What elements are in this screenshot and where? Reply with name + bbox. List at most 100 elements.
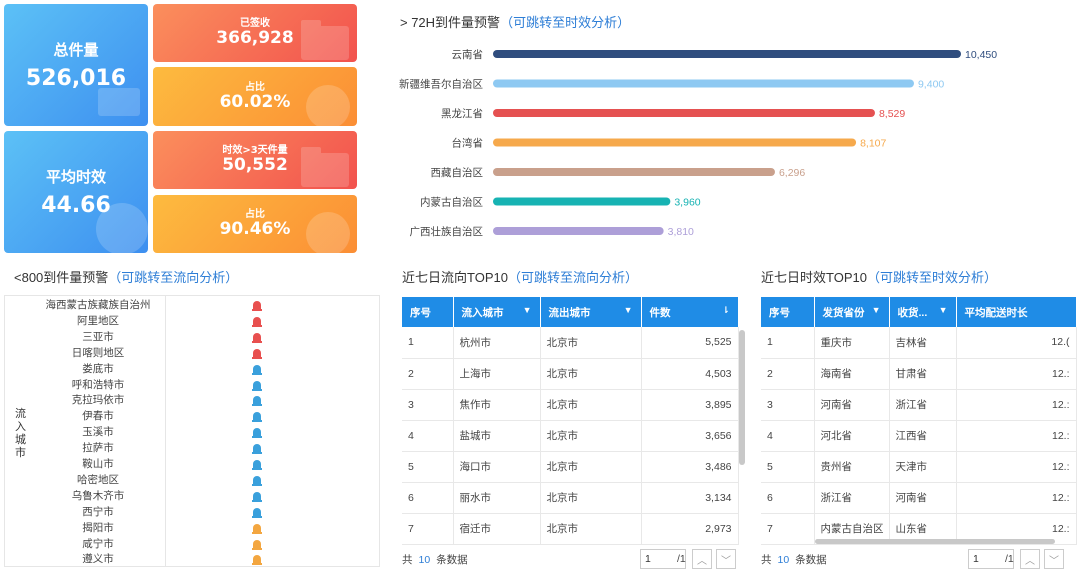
chevron-down-icon[interactable]: ﹀ (1044, 549, 1064, 569)
bar-value-label: 6,296 (779, 167, 805, 179)
table-cell: 12.: (956, 451, 1077, 483)
bar-category-label: 广西壮族自治区 (410, 225, 484, 238)
col-header-inflow-city[interactable]: 流入城市 ▼ (453, 297, 541, 327)
filter-icon[interactable]: ▼ (624, 305, 633, 315)
table-row[interactable]: 3 焦作市 北京市 3,895 (402, 389, 739, 421)
table-cell: 3,895 (641, 389, 739, 421)
bar[interactable] (493, 109, 875, 117)
timeliness-top10-title: 近七日时效TOP10（可跳转至时效分析） (761, 267, 997, 286)
flow-top10-title: 近七日流向TOP10（可跳转至流向分析） (402, 267, 638, 286)
col-header-count[interactable]: 件数 ⇂ (641, 297, 739, 327)
alarm-light-icon (251, 521, 263, 534)
alarm-light-icon (251, 489, 263, 502)
table-cell: 5 (402, 451, 454, 483)
filter-icon[interactable]: ▼ (872, 305, 881, 315)
alarm-light-icon (251, 473, 263, 486)
table-cell: 1 (761, 327, 815, 359)
chevron-down-icon[interactable]: ﹀ (716, 549, 736, 569)
bar[interactable] (493, 168, 775, 176)
bar[interactable] (493, 227, 664, 235)
table-row[interactable]: 3 河南省 浙江省 12.: (761, 389, 1077, 421)
alarm-light-icon (251, 505, 263, 518)
alarm-light-icon (251, 346, 263, 359)
title-text: <800到件量预警 (14, 270, 109, 285)
table-cell: 北京市 (540, 327, 642, 359)
inflow-city-label: 伊春市 (82, 410, 114, 423)
jump-timeliness-link[interactable]: （可跳转至时效分析） (867, 270, 997, 285)
jump-timeliness-link[interactable]: （可跳转至时效分析） (500, 15, 630, 30)
table-row[interactable]: 6 丽水市 北京市 3,134 (402, 482, 739, 514)
alarm-light-icon (251, 393, 263, 407)
timeliness-table-hscrollbar[interactable] (815, 539, 1055, 544)
bar-category-label: 台湾省 (452, 137, 484, 150)
table-cell: 4 (761, 420, 815, 452)
table-cell: 江西省 (889, 420, 957, 452)
signed-card: 已签收 366,928 (153, 4, 357, 62)
pie-icon (306, 212, 350, 253)
table-row[interactable]: 1 重庆市 吉林省 12.( (761, 327, 1077, 359)
alarm-light-icon (251, 409, 263, 423)
lt800-alert-table: 流入城市 海西蒙古族藏族自治州 阿里地区 三亚市 日喀则地区 娄底市 呼和浩特市 克拉玛依市… (4, 295, 380, 567)
alarm-light-icon (251, 552, 263, 566)
lt800-alert-title: <800到件量预警（可跳转至流向分析） (14, 267, 238, 286)
table-cell: 6 (402, 482, 454, 514)
flow-table-scrollbar[interactable] (739, 330, 745, 465)
table-row[interactable]: 2 海南省 甘肃省 12.: (761, 358, 1077, 390)
kpi-value: 60.02% (219, 91, 291, 112)
table-cell: 河南省 (814, 389, 890, 421)
bar-value-label: 8,529 (879, 108, 905, 120)
alarm-light-icon (251, 537, 263, 550)
table-cell: 北京市 (540, 420, 642, 452)
table-cell: 3 (761, 389, 815, 421)
kpi-value: 90.46% (219, 219, 291, 239)
bar[interactable] (493, 197, 671, 206)
jump-flow-link[interactable]: （可跳转至流向分析） (508, 270, 638, 285)
sort-icon[interactable]: ⇂ (722, 305, 730, 316)
col-header-avg-time[interactable]: 平均配送时长 (956, 297, 1077, 327)
folder-icon (301, 20, 349, 60)
timeliness-pager-info: 共 10 条数据 (761, 553, 827, 567)
table-cell: 上海市 (453, 358, 541, 390)
pie-icon (306, 85, 350, 126)
col-header-outflow-city[interactable]: 流出城市 ▼ (540, 297, 642, 327)
col-header-index: 序号 (402, 297, 454, 327)
table-cell: 北京市 (540, 389, 642, 421)
h72-alert-title: > 72H到件量预警（可跳转至时效分析） (400, 12, 630, 31)
table-cell: 3 (402, 389, 454, 421)
chevron-up-icon[interactable]: ︿ (692, 549, 712, 569)
bar[interactable] (493, 79, 914, 88)
table-row[interactable]: 5 贵州省 天津市 12.: (761, 451, 1077, 483)
col-header-recv-province[interactable]: 收货... ▼ (889, 297, 957, 327)
filter-icon[interactable]: ▼ (939, 305, 948, 315)
table-cell: 3,134 (641, 482, 739, 514)
table-row[interactable]: 7 宿迁市 北京市 2,973 (402, 513, 739, 545)
avg-time-card: 平均时效 44.66 (4, 131, 148, 253)
table-cell: 12.: (956, 358, 1077, 390)
table-cell: 12.: (956, 389, 1077, 421)
table-row[interactable]: 2 上海市 北京市 4,503 (402, 358, 739, 390)
bar[interactable] (493, 138, 857, 147)
table-row[interactable]: 5 海口市 北京市 3,486 (402, 451, 739, 483)
table-cell: 12.( (956, 327, 1077, 359)
col-header-ship-province[interactable]: 发货省份 ▼ (814, 297, 890, 327)
timeliness-page-total: /1 (1005, 553, 1014, 565)
table-row[interactable]: 1 杭州市 北京市 5,525 (402, 327, 739, 359)
table-cell: 4,503 (641, 358, 739, 390)
table-cell: 5,525 (641, 327, 739, 359)
table-row[interactable]: 4 盐城市 北京市 3,656 (402, 420, 739, 452)
table-cell: 2 (402, 358, 454, 390)
chevron-up-icon[interactable]: ︿ (1020, 549, 1040, 569)
jump-flow-link[interactable]: （可跳转至流向分析） (108, 270, 238, 285)
folder-icon (301, 147, 349, 187)
table-cell: 河北省 (814, 420, 890, 452)
filter-icon[interactable]: ▼ (523, 305, 532, 315)
table-row[interactable]: 4 河北省 江西省 12.: (761, 420, 1077, 452)
table-cell: 1 (402, 327, 454, 359)
alarm-light-icon (251, 457, 263, 470)
alarm-light-icon (251, 441, 263, 455)
table-cell: 2 (761, 358, 815, 390)
table-cell: 宿迁市 (453, 513, 541, 545)
inflow-city-label: 西宁市 (82, 505, 114, 518)
bar[interactable] (493, 50, 961, 58)
table-row[interactable]: 6 浙江省 河南省 12.: (761, 482, 1077, 514)
